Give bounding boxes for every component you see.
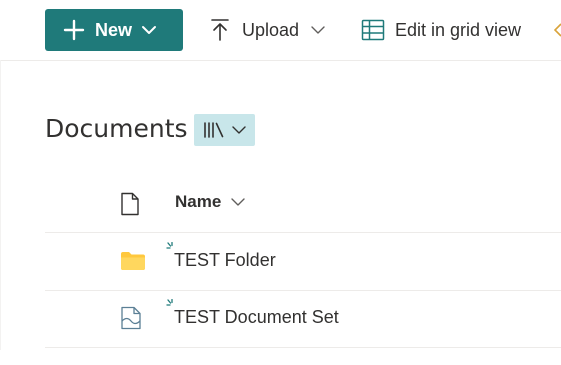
new-button[interactable]: New [45, 9, 183, 51]
list-item[interactable]: TEST Folder [45, 233, 561, 291]
edit-in-grid-view-label: Edit in grid view [395, 19, 522, 40]
view-switcher-button[interactable] [194, 114, 255, 146]
name-column-header[interactable]: Name [175, 192, 246, 212]
upload-label: Upload [242, 19, 300, 40]
list-item[interactable]: TEST Document Set [45, 290, 561, 348]
plus-icon [63, 19, 85, 41]
library-title: Documents [45, 114, 188, 143]
library-view-icon [204, 122, 224, 138]
chevron-down-icon [232, 126, 246, 134]
upload-button[interactable]: Upload [210, 9, 326, 51]
item-name-link[interactable]: TEST Folder [174, 250, 276, 271]
name-column-label: Name [175, 192, 222, 211]
folder-icon [121, 252, 145, 270]
chevron-down-icon [231, 198, 246, 206]
sync-icon[interactable] [554, 22, 561, 38]
upload-icon [211, 19, 229, 41]
document-set-icon [121, 306, 141, 330]
chevron-down-icon [142, 26, 157, 34]
command-bar: New Upload Edit in grid view [0, 0, 561, 61]
chevron-down-icon [311, 26, 325, 34]
item-name-link[interactable]: TEST Document Set [174, 307, 339, 328]
edit-in-grid-view-button[interactable]: Edit in grid view [361, 9, 521, 51]
list-header: Name [45, 176, 561, 233]
new-button-label: New [95, 19, 133, 40]
page-edge [0, 60, 1, 350]
file-type-icon[interactable] [120, 192, 140, 216]
grid-view-icon [361, 19, 385, 41]
